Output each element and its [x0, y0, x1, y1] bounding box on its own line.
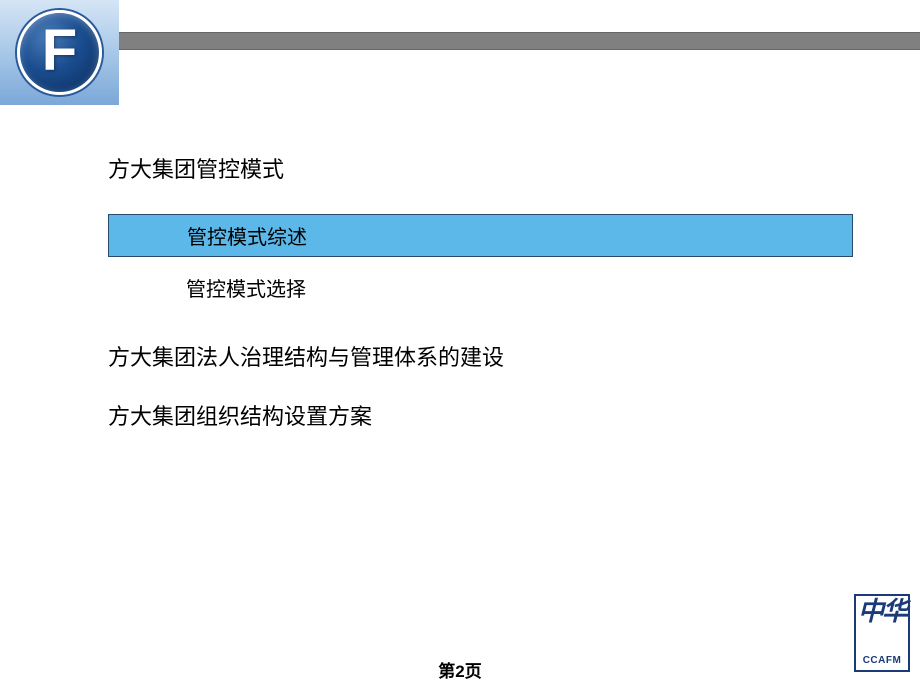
company-logo: F: [17, 10, 102, 95]
outline-section-3-title: 方大集团组织结构设置方案: [108, 402, 860, 433]
ccafm-chinese-text: 中华: [858, 598, 906, 625]
page-number: 第2页: [0, 657, 920, 682]
outline-section-1-sub2: 管控模式选择: [108, 275, 860, 305]
slide-content: 方大集团管控模式 管控模式综述 管控模式选择 方大集团法人治理结构与管理体系的建…: [108, 155, 860, 460]
outline-section-1-title: 方大集团管控模式: [108, 155, 860, 186]
logo-letter: F: [42, 17, 77, 84]
outline-section-2-title: 方大集团法人治理结构与管理体系的建设: [108, 343, 860, 374]
logo-container: F: [0, 0, 119, 105]
header-divider-bar: [119, 32, 920, 50]
outline-section-1-sub1-highlighted: 管控模式综述: [108, 214, 853, 257]
